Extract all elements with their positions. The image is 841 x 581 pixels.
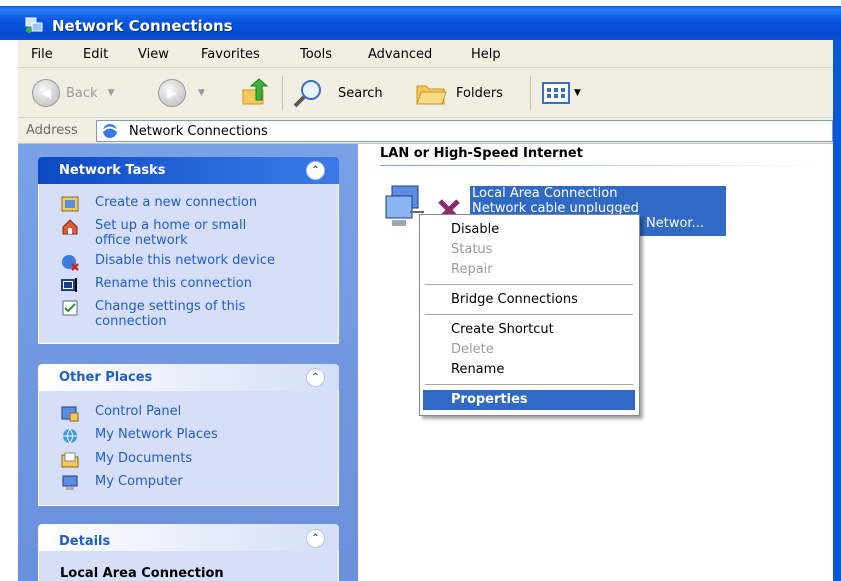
place-label: My Network Places (95, 427, 218, 442)
toolbar: ◀ Back ▼ ▶ ▼ Search Folders ▼ (18, 68, 833, 118)
menu-item-rename[interactable]: Rename (423, 360, 635, 380)
menu-separator (425, 284, 633, 285)
window-frame-right (833, 40, 841, 581)
back-button[interactable]: ◀ Back ▼ (32, 78, 114, 108)
folders-button[interactable]: Folders (414, 78, 503, 108)
menu-item-repair: Repair (451, 262, 493, 277)
task-label: Change settings of this connection (95, 299, 246, 329)
network-tasks-header[interactable]: Network Tasks ⌃ (38, 157, 339, 184)
task-disable-device[interactable]: Disable this network device (61, 253, 275, 271)
forward-dropdown-icon[interactable]: ▼ (198, 88, 205, 98)
network-connections-icon (102, 124, 118, 138)
details-panel: Details ⌃ Local Area Connection (38, 524, 339, 581)
up-folder-button[interactable] (240, 78, 270, 108)
context-menu: Disable Status Repair Bridge Connections… (419, 214, 640, 416)
task-change-settings[interactable]: Change settings of this connection (61, 299, 281, 329)
task-label: Create a new connection (95, 195, 258, 210)
menu-view[interactable]: View (138, 47, 169, 62)
details-subtitle: Local Area Connection (60, 566, 224, 581)
window-frame-left (0, 40, 18, 581)
task-label: Set up a home or small office network (95, 218, 247, 248)
menu-advanced[interactable]: Advanced (368, 47, 432, 62)
menu-item-properties[interactable]: Properties (423, 390, 635, 410)
menu-tools[interactable]: Tools (300, 47, 332, 62)
views-icon (542, 82, 570, 104)
network-places-icon (63, 428, 77, 444)
menu-bar: File Edit View Favorites Tools Advanced … (18, 40, 833, 68)
computer-icon (62, 475, 78, 490)
search-button[interactable]: Search (292, 78, 383, 108)
toolbar-separator (530, 76, 531, 110)
window-title: Network Connections (52, 17, 233, 35)
menu-item-status: Status (451, 242, 493, 257)
new-connection-icon (61, 196, 79, 212)
back-label: Back (66, 85, 98, 101)
folders-icon (416, 85, 447, 105)
views-dropdown-icon[interactable]: ▼ (574, 88, 581, 98)
folders-label: Folders (456, 85, 503, 101)
collapse-chevron-icon[interactable]: ⌃ (306, 161, 325, 180)
menu-separator (425, 384, 633, 385)
place-label: Control Panel (95, 404, 182, 419)
collapse-chevron-icon[interactable]: ⌃ (306, 368, 325, 387)
settings-icon (62, 300, 78, 316)
task-create-connection[interactable]: Create a new connection (61, 195, 257, 213)
place-network-places[interactable]: My Network Places (61, 427, 218, 445)
details-header[interactable]: Details ⌃ (38, 524, 339, 551)
address-value: Network Connections (129, 124, 268, 139)
menu-item-bridge-connections[interactable]: Bridge Connections (423, 290, 635, 310)
back-arrow-icon: ◀ (32, 79, 60, 107)
menu-edit[interactable]: Edit (83, 47, 108, 62)
other-places-panel: Other Places ⌃ Control Panel My Network … (38, 364, 339, 506)
other-places-header[interactable]: Other Places ⌃ (38, 364, 339, 391)
rename-icon (61, 278, 77, 292)
task-home-network[interactable]: Set up a home or small office network (61, 218, 281, 248)
task-pane: Network Tasks ⌃ Create a new connection … (18, 144, 358, 581)
place-my-computer[interactable]: My Computer (61, 474, 183, 492)
forward-arrow-icon: ▶ (158, 79, 186, 107)
menu-item-disable[interactable]: Disable (423, 220, 635, 240)
collapse-chevron-icon[interactable]: ⌃ (306, 529, 325, 548)
network-tasks-title: Network Tasks (59, 163, 166, 178)
other-places-title: Other Places (59, 370, 153, 385)
place-my-documents[interactable]: My Documents (61, 451, 192, 469)
title-bar[interactable]: Network Connections (0, 0, 841, 40)
task-rename-connection[interactable]: Rename this connection (61, 276, 252, 294)
search-label: Search (338, 85, 383, 101)
group-header: LAN or High-Speed Internet (380, 146, 583, 161)
task-label: Disable this network device (95, 253, 275, 268)
views-button[interactable]: ▼ (542, 78, 581, 108)
network-tasks-panel: Network Tasks ⌃ Create a new connection … (38, 157, 339, 344)
details-body: Local Area Connection (38, 551, 339, 581)
back-dropdown-icon[interactable]: ▼ (108, 88, 115, 98)
other-places-body: Control Panel My Network Places My Docum… (38, 391, 339, 506)
menu-item-create-shortcut[interactable]: Create Shortcut (423, 320, 635, 340)
forward-button[interactable]: ▶ ▼ (158, 78, 205, 108)
details-title: Details (59, 534, 111, 549)
control-panel-icon (61, 406, 79, 422)
menu-help[interactable]: Help (471, 47, 501, 62)
disable-device-icon (62, 255, 79, 271)
place-control-panel[interactable]: Control Panel (61, 404, 181, 422)
menu-file[interactable]: File (31, 47, 53, 62)
group-divider (380, 165, 820, 166)
address-label: Address (26, 123, 78, 138)
place-label: My Computer (95, 474, 183, 489)
place-label: My Documents (95, 451, 193, 466)
network-tasks-body: Create a new connection Set up a home or… (38, 184, 339, 344)
toolbar-separator (282, 76, 283, 110)
home-network-icon (62, 219, 78, 235)
search-icon (293, 80, 321, 108)
menu-separator (425, 314, 633, 315)
address-field[interactable]: Network Connections (96, 120, 833, 142)
network-connections-icon (25, 17, 43, 33)
connection-name: Local Area Connection (472, 186, 618, 201)
task-label: Rename this connection (95, 276, 252, 291)
up-folder-icon (242, 78, 269, 105)
menu-favorites[interactable]: Favorites (201, 47, 260, 62)
address-bar: Address Network Connections (18, 118, 833, 144)
menu-item-delete: Delete (451, 342, 494, 357)
documents-folder-icon (61, 452, 79, 468)
